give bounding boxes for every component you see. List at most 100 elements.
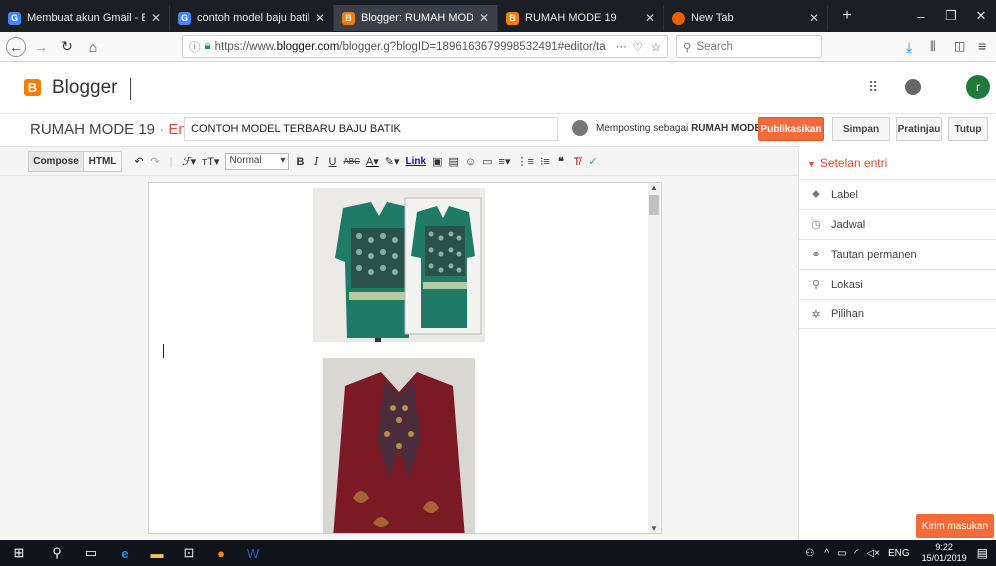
sidebar-item-permalink[interactable]: ⚭ Tautan permanen [799, 239, 996, 269]
avatar[interactable]: r [966, 75, 990, 99]
apps-grid-icon[interactable]: ⠿ [868, 79, 878, 96]
store-icon[interactable]: ⊡ [176, 540, 202, 566]
clock[interactable]: 9:22 15/01/2019 [922, 542, 967, 564]
maximize-button[interactable]: ❐ [936, 8, 966, 24]
font-size-icon[interactable]: тT▾ [202, 155, 219, 168]
close-icon[interactable]: ✕ [151, 11, 161, 25]
blogger-icon: B [506, 11, 519, 25]
numbered-list-icon[interactable]: ⋮≡ [516, 155, 533, 168]
library-icon[interactable]: ⫼ [930, 39, 936, 54]
close-button[interactable]: Tutup [948, 117, 988, 141]
sidebar-item-text: Lokasi [831, 278, 863, 291]
image-icon[interactable]: ▣ [432, 155, 442, 168]
chevron-up-icon[interactable]: ^ [824, 548, 829, 559]
send-feedback-button[interactable]: Kirim masukan [916, 514, 994, 538]
blogger-logo-icon[interactable]: B [24, 79, 41, 96]
wifi-icon[interactable]: ◜ [855, 548, 859, 559]
preview-button[interactable]: Pratinjau [896, 117, 942, 141]
search-input[interactable]: ⚲ Search [676, 35, 822, 58]
scroll-down-icon[interactable]: ▼ [650, 524, 658, 533]
pocket-icon[interactable]: ♡ [633, 40, 643, 54]
undo-icon[interactable]: ↶ [134, 155, 144, 168]
new-tab-button[interactable]: + [832, 7, 862, 25]
batik-image-maroon[interactable] [323, 358, 475, 533]
jump-break-icon[interactable]: ▭ [482, 155, 492, 168]
font-family-icon[interactable]: ℱ▾ [182, 155, 196, 168]
tab-batik-search[interactable]: G contoh model baju batik - Pen ✕ [170, 5, 334, 31]
tab-blogger-editor[interactable]: B Blogger: RUMAH MODE 19 - B ✕ [334, 5, 498, 31]
clear-formatting-icon[interactable]: T̸ [572, 156, 582, 168]
reload-icon[interactable]: ↻ [56, 36, 78, 58]
notifications-icon[interactable] [905, 79, 921, 95]
sidebar-item-location[interactable]: ⚲ Lokasi [799, 269, 996, 299]
download-icon[interactable]: ⤓ [906, 39, 912, 56]
menu-icon[interactable]: ≡ [978, 38, 986, 54]
sidebar-item-label[interactable]: ⬥ Label [799, 179, 996, 209]
close-icon[interactable]: ✕ [479, 11, 489, 25]
redo-icon[interactable]: ↷ [150, 155, 160, 168]
tab-gmail-help[interactable]: G Membuat akun Gmail - Bantua ✕ [0, 5, 170, 31]
window-close-button[interactable]: ✕ [966, 8, 996, 24]
highlight-icon[interactable]: ✎▾ [385, 155, 400, 168]
tab-rumah-mode[interactable]: B RUMAH MODE 19 ✕ [498, 5, 664, 31]
post-title-input[interactable] [184, 117, 558, 141]
close-icon[interactable]: ✕ [645, 11, 655, 25]
compose-tab[interactable]: Compose [28, 151, 84, 172]
sidebar-icon[interactable]: ◫ [954, 39, 965, 53]
save-button[interactable]: Simpan [832, 117, 890, 141]
search-icon[interactable]: ⚲ [44, 540, 70, 566]
link-button[interactable]: Link [406, 156, 427, 167]
forward-arrow-icon[interactable]: → [30, 36, 52, 58]
minimize-button[interactable]: – [906, 9, 936, 24]
language-indicator[interactable]: ENG [888, 548, 910, 559]
publish-button[interactable]: Publikasikan [758, 117, 824, 141]
windows-start-icon[interactable]: ⊞ [6, 540, 32, 566]
sidebar-item-options[interactable]: ✲ Pilihan [799, 299, 996, 329]
battery-icon[interactable]: ▭ [837, 548, 846, 559]
task-view-icon[interactable]: ▭ [78, 540, 104, 566]
spellcheck-icon[interactable]: ✓ [588, 155, 598, 168]
close-icon[interactable]: ✕ [315, 11, 325, 25]
file-explorer-icon[interactable]: ▬ [144, 540, 170, 566]
post-editor[interactable] [148, 182, 662, 534]
underline-icon[interactable]: U [327, 156, 337, 168]
tab-new-tab[interactable]: New Tab ✕ [664, 5, 828, 31]
emoji-icon[interactable]: ☺ [465, 156, 476, 168]
firefox-icon [672, 11, 685, 25]
paragraph-style-select[interactable]: Normal ▾ [225, 153, 290, 170]
bookmark-star-icon[interactable]: ☆ [651, 40, 661, 54]
info-icon[interactable]: ⓘ [189, 39, 201, 55]
scroll-up-icon[interactable]: ▲ [650, 183, 658, 192]
blogger-brand[interactable]: Blogger [52, 77, 118, 99]
scrollbar-thumb[interactable] [649, 195, 659, 215]
people-icon[interactable]: ⚇ [805, 548, 814, 559]
back-arrow-icon[interactable]: ← [6, 36, 26, 57]
quote-icon[interactable]: ❝ [556, 155, 566, 168]
volume-icon[interactable]: ◁× [866, 548, 880, 559]
word-icon[interactable]: W [240, 540, 266, 566]
video-icon[interactable]: ▤ [448, 155, 458, 168]
batik-image-green[interactable] [313, 188, 485, 342]
align-icon[interactable]: ≡▾ [499, 155, 511, 168]
edge-icon[interactable]: e [112, 540, 138, 566]
firefox-icon[interactable]: ● [208, 540, 234, 566]
location-pin-icon: ⚲ [811, 279, 821, 291]
address-bar[interactable]: ⓘ 🔒︎ https://www. blogger.com/blogger.g?b… [182, 35, 668, 58]
url-prefix: https://www. [214, 40, 277, 53]
bullet-list-icon[interactable]: ⁝≡ [540, 155, 550, 168]
text-color-icon[interactable]: A▾ [366, 155, 379, 168]
action-center-icon[interactable]: ▤ [977, 546, 988, 560]
bold-icon[interactable]: B [295, 156, 305, 168]
post-settings-title[interactable]: ▼ Setelan entri [807, 156, 887, 170]
page-actions-icon[interactable]: ··· [616, 41, 628, 53]
blogger-header: B Blogger ⠿ r [0, 62, 996, 114]
close-icon[interactable]: ✕ [809, 11, 819, 25]
home-icon[interactable]: ⌂ [82, 36, 104, 58]
strikethrough-icon[interactable]: ABC [343, 157, 359, 166]
label-icon: ⬥ [812, 188, 820, 200]
sidebar-item-schedule[interactable]: ◷ Jadwal [799, 209, 996, 239]
html-tab[interactable]: HTML [84, 151, 122, 172]
editor-scrollbar[interactable]: ▲ ▼ [648, 183, 660, 533]
blog-title: RUMAH MODE 19 · Entri [30, 121, 199, 138]
italic-icon[interactable]: I [311, 155, 321, 168]
